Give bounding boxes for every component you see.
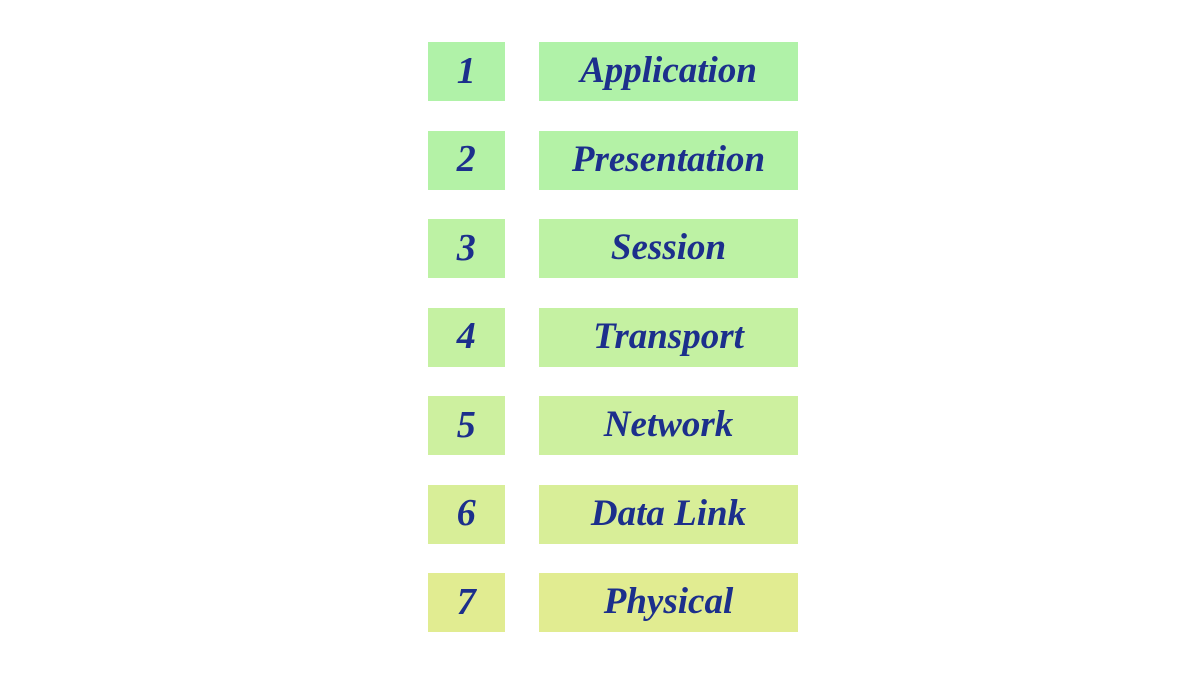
layer-name-box-2: Presentation [539, 130, 798, 190]
layer-name-box-3: Session [539, 219, 798, 278]
layer-number-label: 1 [456, 49, 477, 92]
layer-name-label: Transport [593, 315, 744, 357]
layer-number-box-4: 4 [428, 307, 505, 367]
layer-name-label: Session [610, 227, 727, 268]
layer-name-label: Application [580, 50, 757, 91]
layer-name-label: Presentation [571, 138, 766, 180]
layer-name-box-1: Application [539, 42, 798, 101]
layer-number-box-1: 1 [428, 42, 505, 101]
layer-number-label: 6 [456, 492, 477, 534]
layer-number-box-3: 3 [428, 219, 505, 278]
layer-number-label: 5 [456, 403, 477, 446]
layer-name-box-7: Physical [539, 573, 798, 632]
osi-model-diagram: 1 Application 2 Presentation 3 Session 4 Transp… [0, 0, 1200, 700]
layer-name-label: Network [603, 404, 734, 445]
layer-name-box-5: Network [539, 396, 798, 455]
layer-number-label: 2 [456, 138, 477, 180]
layer-number-label: 4 [456, 315, 477, 357]
layer-number-box-2: 2 [428, 130, 505, 190]
layer-number-box-5: 5 [428, 396, 505, 455]
layer-name-label: Physical [603, 581, 734, 622]
layer-number-box-6: 6 [428, 484, 505, 544]
layer-number-label: 7 [456, 580, 477, 623]
layer-name-box-4: Transport [539, 307, 798, 367]
layer-number-box-7: 7 [428, 573, 505, 632]
layer-number-label: 3 [456, 226, 477, 269]
layer-name-box-6: Data Link [539, 484, 798, 544]
layer-name-label: Data Link [590, 492, 747, 534]
